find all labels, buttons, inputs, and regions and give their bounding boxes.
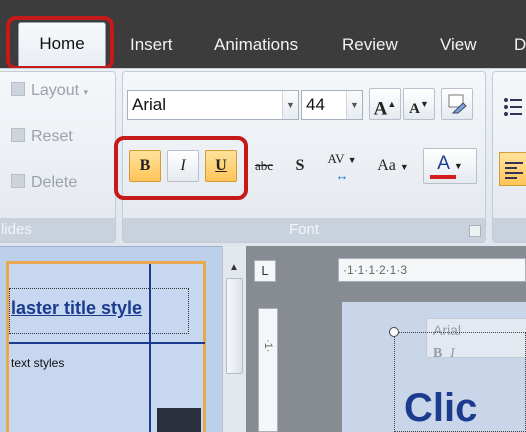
tab-insert[interactable]: Insert [130,28,173,68]
grow-font-button[interactable]: A▲ [369,88,401,120]
horizontal-ruler-marks: ·1·1·1·2·1·3 [343,263,408,277]
thumbnail-body-text: text styles [11,356,65,370]
vertical-ruler-marks: ·1· [262,339,274,353]
font-size-value: 44 [306,95,325,114]
slide-title-text[interactable]: Clic [404,386,526,431]
tab-review-label: Review [342,35,398,54]
character-spacing-button[interactable]: AV ▼ ↔ [317,150,367,183]
layout-label: Layout [31,82,80,99]
tab-stop-selector[interactable]: L [254,260,276,282]
slide-thumbnail[interactable]: laster title style text styles [6,261,206,432]
tab-view-label: View [440,35,477,54]
shrink-font-button[interactable]: A▼ [403,88,435,120]
grow-font-icon: A [373,98,388,120]
thumbnail-vertical-line [149,264,151,432]
layout-icon [11,82,25,96]
reset-icon [11,128,25,142]
font-color-bar [430,175,456,179]
delete-button[interactable]: Delete [11,168,77,198]
font-name-dropdown-icon[interactable]: ▼ [282,91,298,119]
strikethrough-label: abc [254,158,274,173]
tab-animations[interactable]: Animations [214,28,298,68]
scroll-up-icon[interactable]: ▲ [229,262,239,273]
font-color-dropdown-icon[interactable]: ▼ [454,161,463,171]
thumbnail-picture [157,408,201,432]
formatting-highlight-box [114,136,248,200]
align-left-icon [505,162,523,179]
vertical-ruler[interactable]: ·1· [258,308,278,432]
scrollbar-thumb[interactable] [226,278,243,374]
reset-button[interactable]: Reset [11,122,73,152]
font-color-label: A [437,153,450,174]
tab-review[interactable]: Review [342,28,398,68]
paragraph-group-label [493,218,526,242]
strikethrough-button[interactable]: abc [249,150,279,182]
thumbnail-divider-line [9,342,205,344]
reset-label: Reset [31,128,73,145]
tab-animations-label: Animations [214,35,299,54]
clear-formatting-button[interactable] [441,88,473,120]
slides-group-label: lides [0,218,115,242]
thumbnail-title: laster title style [11,298,143,318]
slides-pane: laster title style text styles [0,246,222,432]
text-shadow-label: S [295,157,305,174]
change-case-label: Aa [377,157,396,174]
horizontal-ruler[interactable]: ·1·1·1·2·1·3 [338,258,526,282]
layout-button[interactable]: Layout ▾ [11,76,88,106]
font-size-combo[interactable]: 44 ▼ [301,90,363,120]
delete-icon [11,174,25,188]
tab-view[interactable]: View [440,28,477,68]
ribbon: Layout ▾ Reset Delete lides Arial ▼ 44 ▼… [0,68,526,246]
align-left-button[interactable] [499,152,526,186]
text-shadow-button[interactable]: S [287,150,313,182]
slides-group: Layout ▾ Reset Delete lides [0,71,116,243]
font-color-button[interactable]: A ▼ [423,148,477,184]
tab-design-label: D [514,35,526,54]
tab-insert-label: Insert [130,35,173,54]
bullets-icon[interactable] [503,96,523,123]
home-highlight-box [6,16,114,70]
spacing-arrows-icon: ↔ [335,168,349,183]
font-group-label: Font [123,218,485,242]
paragraph-group [492,71,526,243]
change-case-button[interactable]: Aa ▼ [369,150,417,182]
clear-formatting-icon [448,94,467,114]
delete-label: Delete [31,174,78,191]
resize-handle[interactable] [389,327,399,337]
shrink-font-icon: A [409,101,420,117]
font-dialog-launcher-icon[interactable] [469,225,481,237]
font-name-value: Arial [132,95,167,114]
font-name-combo[interactable]: Arial ▼ [127,90,299,120]
character-spacing-label: AV [327,151,345,166]
font-size-dropdown-icon[interactable]: ▼ [346,91,362,119]
layout-dropdown-icon: ▾ [83,87,89,97]
tab-design[interactable]: D [514,28,526,68]
slides-pane-scrollbar[interactable]: ▲ [222,246,246,432]
